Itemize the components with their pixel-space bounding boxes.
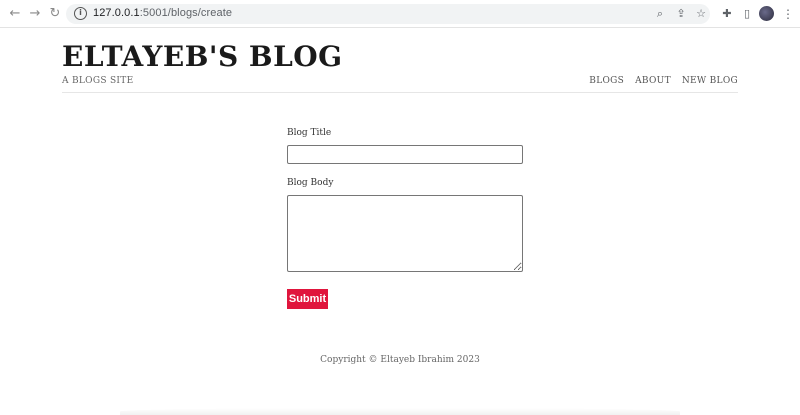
- site-tagline: A BLOGS SITE: [62, 76, 134, 86]
- footer-copyright: Copyright © Eltayeb Ibrahim 2023: [320, 355, 480, 365]
- forward-arrow-icon[interactable]: →: [26, 5, 44, 23]
- nav-link-about[interactable]: ABOUT: [635, 76, 671, 86]
- site-title: ELTAYEB'S BLOG: [62, 40, 343, 73]
- url-host: 127.0.0.1: [93, 7, 140, 19]
- main-nav: BLOGS ABOUT NEW BLOG: [589, 76, 738, 86]
- blog-title-input[interactable]: [287, 145, 523, 164]
- side-panel-icon[interactable]: ▯: [739, 6, 755, 22]
- back-arrow-icon[interactable]: ←: [6, 5, 24, 23]
- browser-toolbar: ← → ↻ i 127.0.0.1:5001/blogs/create ⌕ ⇪ …: [0, 0, 800, 28]
- url-path: :5001/blogs/create: [139, 7, 233, 19]
- url-text[interactable]: 127.0.0.1:5001/blogs/create: [93, 7, 232, 19]
- zoom-icon[interactable]: ⌕: [653, 7, 667, 21]
- share-icon[interactable]: ⇪: [674, 7, 688, 21]
- header-divider: [62, 92, 738, 93]
- reload-icon[interactable]: ↻: [46, 5, 64, 23]
- nav-link-blogs[interactable]: BLOGS: [589, 76, 624, 86]
- blog-body-label: Blog Body: [287, 178, 334, 188]
- address-bar[interactable]: i 127.0.0.1:5001/blogs/create ⌕ ⇪ ☆: [66, 4, 710, 24]
- profile-avatar[interactable]: [759, 6, 774, 21]
- nav-link-new-blog[interactable]: NEW BLOG: [682, 76, 738, 86]
- site-info-icon[interactable]: i: [74, 7, 87, 20]
- browser-menu-icon[interactable]: ⋮: [782, 6, 794, 22]
- blog-body-textarea[interactable]: [287, 195, 523, 272]
- bookmark-star-icon[interactable]: ☆: [694, 7, 708, 21]
- extensions-puzzle-icon[interactable]: ✚: [719, 6, 735, 22]
- submit-button[interactable]: Submit: [287, 289, 328, 309]
- blog-title-label: Blog Title: [287, 128, 332, 138]
- bottom-shadow: [120, 408, 680, 415]
